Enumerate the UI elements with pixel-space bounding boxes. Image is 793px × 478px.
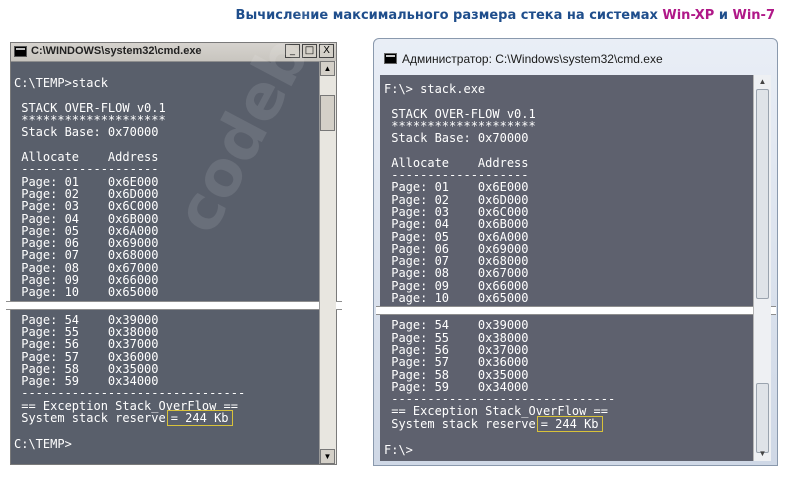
stack-reserve-value: = 244 Kb <box>536 415 603 432</box>
w7-title-bar[interactable]: Администратор: C:\Windows\system32\cmd.e… <box>374 39 777 75</box>
console-lines-top: C:\TEMP>stack STACK OVER-FLOW v0.1 *****… <box>14 76 166 300</box>
minimize-button[interactable]: _ <box>285 44 300 58</box>
w7-console-area: F:\> stack.exe STACK OVER-FLOW v0.1 ****… <box>376 75 776 461</box>
stack-reserve-value: = 244 Kb <box>166 410 233 427</box>
output-break <box>376 306 776 316</box>
cmd-icon <box>14 46 27 57</box>
xp-window-title: C:\WINDOWS\system32\cmd.exe <box>31 45 202 57</box>
w7-console-output[interactable]: F:\> stack.exe STACK OVER-FLOW v0.1 ****… <box>376 75 776 461</box>
console-lines-bottom: Page: 54 0x39000 Page: 55 0x38000 Page: … <box>21 312 246 413</box>
close-button[interactable]: X <box>319 44 334 58</box>
output-break <box>6 300 342 310</box>
maximize-button[interactable]: □ <box>302 44 317 58</box>
scroll-up-icon[interactable]: ▲ <box>755 75 770 89</box>
xp-console-output[interactable]: C:\TEMP>stack STACK OVER-FLOW v0.1 *****… <box>6 61 342 464</box>
stack-reserve-label: System stack reserve <box>384 416 536 431</box>
scroll-thumb[interactable] <box>756 89 769 299</box>
scroll-thumb-lower[interactable] <box>756 383 769 453</box>
heading-os-7: Win-7 <box>732 8 776 23</box>
console-prompt: C:\TEMP> <box>14 437 72 452</box>
heading-text: Вычисление максимального размера стека н… <box>235 8 663 23</box>
console-prompt: F:\> <box>384 443 413 458</box>
xp-cmd-window[interactable]: C:\WINDOWS\system32\cmd.exe _ □ X C:\TEM… <box>6 42 342 465</box>
stack-reserve-line: System stack reserve = 244 Kb <box>384 415 754 432</box>
console-lines-top: F:\> stack.exe STACK OVER-FLOW v0.1 ****… <box>384 82 536 306</box>
heading-conj: и <box>714 8 733 23</box>
stack-reserve-label: System stack reserve <box>14 411 166 426</box>
cmd-icon <box>384 53 397 64</box>
xp-window-controls: _ □ X <box>285 44 334 58</box>
scroll-down-icon[interactable]: ▼ <box>755 447 770 461</box>
console-lines-bottom: Page: 54 0x39000 Page: 55 0x38000 Page: … <box>391 318 616 419</box>
w7-cmd-window[interactable]: Администратор: C:\Windows\system32\cmd.e… <box>373 38 778 466</box>
w7-scrollbar[interactable]: ▲ ▼ <box>753 75 771 461</box>
scroll-thumb[interactable] <box>320 95 335 131</box>
heading-os-xp: Win-XP <box>662 8 715 23</box>
page-heading: Вычисление максимального размера стека н… <box>0 8 793 23</box>
xp-title-bar[interactable]: C:\WINDOWS\system32\cmd.exe _ □ X <box>11 43 336 62</box>
scroll-down-icon[interactable]: ▼ <box>320 449 335 464</box>
stack-reserve-line: System stack reserve = 244 Kb <box>14 410 320 427</box>
xp-scrollbar[interactable]: ▲ ▼ <box>319 61 336 464</box>
scroll-up-icon[interactable]: ▲ <box>320 61 335 76</box>
w7-window-title: Администратор: C:\Windows\system32\cmd.e… <box>402 52 663 66</box>
